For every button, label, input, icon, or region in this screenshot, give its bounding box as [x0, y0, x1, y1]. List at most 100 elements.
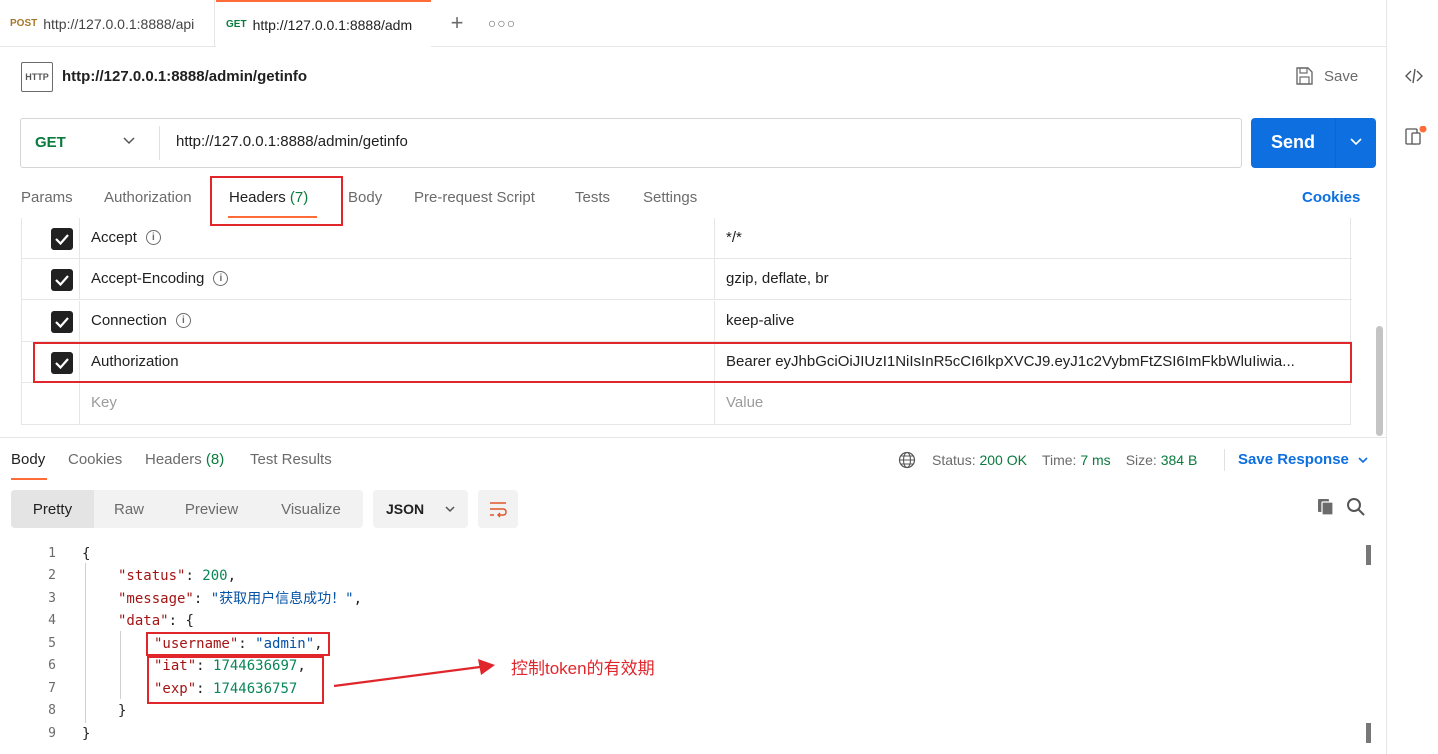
resp-tab-headers[interactable]: Headers (8) — [145, 451, 224, 468]
json-key: "message" — [118, 591, 194, 607]
brace: } — [82, 726, 91, 742]
status-label: Status: — [932, 452, 976, 468]
send-divider — [1335, 118, 1336, 168]
tab-settings[interactable]: Settings — [643, 189, 697, 206]
resp-tab-test-results[interactable]: Test Results — [250, 451, 332, 468]
tab-method: POST — [10, 18, 38, 29]
line-number: 8 — [48, 703, 56, 718]
new-tab-plus-icon[interactable]: + — [446, 8, 468, 38]
header-value[interactable]: gzip, deflate, br — [726, 270, 1326, 287]
annotation-box-headers-tab — [210, 176, 343, 226]
globe-icon[interactable] — [898, 451, 916, 469]
line-number: 7 — [48, 681, 56, 696]
resp-tab-headers-label: Headers — [145, 451, 202, 468]
scrollbar-thumb[interactable] — [1366, 545, 1371, 565]
value-input[interactable]: Value — [726, 394, 1326, 411]
size-value[interactable]: 384 B — [1161, 452, 1198, 468]
header-key[interactable]: Accept-Encoding i — [91, 270, 229, 287]
scrollbar-thumb[interactable] — [1366, 723, 1371, 743]
send-label: Send — [1270, 132, 1315, 152]
code-snippet-icon[interactable] — [1404, 66, 1424, 90]
chevron-down-icon[interactable] — [122, 133, 136, 151]
json-number: 200 — [202, 568, 228, 584]
tab-label: http://127.0.0.1:8888/api — [43, 15, 195, 32]
header-checkbox[interactable] — [51, 311, 73, 333]
line-number: 5 — [48, 636, 56, 651]
line-number: 3 — [48, 591, 56, 606]
column-divider — [79, 301, 80, 341]
view-visualize[interactable]: Visualize — [259, 490, 363, 528]
view-preview[interactable]: Preview — [164, 490, 259, 528]
save-label: Save — [1324, 67, 1359, 85]
code-line: "data": { — [118, 613, 194, 629]
view-raw[interactable]: Raw — [94, 490, 164, 528]
tab-method: GET — [226, 19, 247, 30]
copy-icon[interactable] — [1316, 497, 1336, 521]
json-string: "获取用户信息成功！" — [210, 591, 354, 607]
url-input[interactable]: http://127.0.0.1:8888/admin/getinfo — [176, 133, 408, 150]
time-value[interactable]: 7 ms — [1080, 452, 1110, 468]
annotation-box-username — [146, 632, 330, 656]
save-button[interactable]: Save — [1294, 66, 1358, 86]
brace: { — [185, 613, 194, 629]
tab-label: http://127.0.0.1:8888/adm — [252, 16, 413, 33]
wrap-lines-button[interactable] — [478, 490, 518, 528]
request-tab-post[interactable]: POST http://127.0.0.1:8888/api — [0, 0, 215, 47]
column-divider — [79, 383, 80, 424]
pane-divider[interactable] — [0, 437, 1386, 438]
brace: { — [82, 546, 91, 562]
code-line: { — [82, 543, 90, 565]
chevron-down-icon — [445, 506, 455, 513]
method-select[interactable]: GET — [35, 134, 66, 151]
column-divider — [79, 218, 80, 258]
header-key[interactable]: Connection i — [91, 312, 191, 329]
column-divider — [714, 259, 715, 299]
column-divider — [79, 259, 80, 299]
info-icon[interactable]: i — [175, 313, 191, 328]
view-pretty[interactable]: Pretty — [11, 490, 94, 528]
scrollbar[interactable] — [1376, 326, 1383, 436]
info-icon[interactable]: i — [213, 271, 229, 286]
send-chevron-down-icon[interactable] — [1341, 130, 1371, 158]
key-input[interactable]: Key — [91, 394, 117, 411]
tab-tests[interactable]: Tests — [575, 189, 610, 206]
time-label: Time: — [1041, 452, 1077, 468]
header-value[interactable]: */* — [726, 229, 1326, 246]
header-key[interactable]: Accept i — [91, 229, 161, 246]
search-icon[interactable] — [1346, 497, 1366, 521]
send-button[interactable]: Send — [1251, 118, 1376, 168]
format-select[interactable]: JSON — [373, 490, 468, 528]
resp-tab-cookies[interactable]: Cookies — [68, 451, 122, 468]
header-checkbox[interactable] — [51, 228, 73, 250]
request-tab-get[interactable]: GET http://127.0.0.1:8888/adm — [216, 0, 431, 47]
tab-params[interactable]: Params — [21, 189, 73, 206]
chevron-down-icon — [1358, 456, 1368, 463]
more-tabs-icon[interactable]: ○○○ — [488, 10, 515, 36]
tab-authorization[interactable]: Authorization — [104, 189, 192, 206]
json-key: "status" — [118, 568, 186, 584]
save-response-button[interactable]: Save Response — [1238, 451, 1369, 468]
tab-prerequest-script[interactable]: Pre-request Script — [414, 189, 535, 206]
info-panel-icon[interactable] — [1404, 125, 1428, 152]
tab-bar: POST http://127.0.0.1:8888/api GET http:… — [0, 0, 1386, 47]
header-value[interactable]: keep-alive — [726, 312, 1326, 329]
header-checkbox[interactable] — [51, 269, 73, 291]
table-row-empty: Key Value — [22, 383, 1352, 424]
indent-guide — [85, 563, 86, 723]
resp-tab-body[interactable]: Body — [11, 451, 45, 468]
size-label: Size: — [1125, 452, 1157, 468]
request-title[interactable]: http://127.0.0.1:8888/admin/getinfo — [62, 68, 307, 85]
json-key: "data" — [118, 613, 169, 629]
code-line: "message": "获取用户信息成功！", — [118, 591, 363, 607]
line-number: 2 — [48, 568, 56, 583]
line-number: 6 — [48, 658, 56, 673]
annotation-arrow-icon — [333, 659, 495, 688]
tab-body[interactable]: Body — [348, 189, 382, 206]
save-response-label: Save Response — [1238, 451, 1349, 468]
cookies-link[interactable]: Cookies — [1302, 189, 1360, 206]
status-value[interactable]: 200 OK — [979, 452, 1026, 468]
save-icon — [1296, 67, 1313, 85]
right-sidebar — [1386, 0, 1438, 754]
header-key-text: Accept-Encoding — [91, 270, 205, 287]
info-icon[interactable]: i — [145, 230, 161, 245]
